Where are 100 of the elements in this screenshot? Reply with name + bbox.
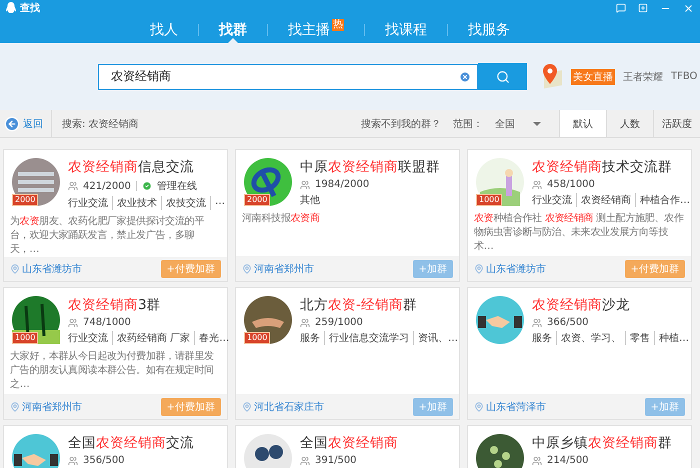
location-link[interactable]: 河北省石家庄市 — [242, 400, 324, 414]
join-button[interactable]: +付费加群 — [160, 398, 221, 416]
member-count: 748/1000 — [83, 317, 131, 328]
location-link[interactable]: 山东省潍坊市 — [10, 262, 82, 276]
members-icon — [300, 456, 310, 466]
pin-icon — [10, 264, 20, 274]
group-title[interactable]: 农资经销商3群 — [68, 296, 221, 314]
group-tag: 行业交流 — [532, 193, 576, 207]
pin-icon — [474, 264, 484, 274]
group-title[interactable]: 北方农资-经销商群 — [300, 296, 453, 314]
back-button[interactable]: 返回 — [0, 110, 52, 137]
level-badge: 1000 — [244, 332, 270, 344]
members-icon — [300, 180, 310, 190]
penguin-icon — [6, 2, 16, 14]
level-badge: 1000 — [476, 194, 502, 206]
location-link[interactable]: 山东省菏泽市 — [474, 400, 546, 414]
group-tag: 种植… — [654, 331, 693, 345]
group-tag: 农业技术 — [112, 196, 161, 210]
location-link[interactable]: 山东省潍坊市 — [474, 262, 546, 276]
group-tag: 行业交流 — [68, 196, 112, 210]
join-button[interactable]: +付费加群 — [624, 260, 685, 278]
members-icon — [532, 180, 542, 190]
promo-link[interactable]: TFBO — [671, 71, 698, 82]
photo-placeholder — [476, 434, 524, 468]
admin-status: 管理在线 — [156, 180, 197, 193]
join-button[interactable]: +加群 — [412, 260, 453, 278]
add-icon[interactable] — [638, 3, 648, 13]
pin-icon — [474, 402, 484, 412]
promo-link[interactable]: 王者荣耀 — [623, 70, 663, 84]
back-icon — [4, 116, 20, 132]
clear-icon[interactable] — [459, 70, 471, 82]
member-count: 458/1000 — [547, 179, 595, 190]
group-tag: 服务 — [300, 331, 324, 345]
group-title[interactable]: 全国农资经销商交流 — [68, 434, 194, 452]
members-icon — [68, 318, 78, 328]
pin-icon — [242, 264, 252, 274]
range-label: 范围： — [453, 118, 483, 130]
search-box[interactable]: 农资经销商 — [98, 64, 478, 90]
member-count: 1984/2000 — [315, 179, 370, 190]
group-title[interactable]: 中原乡镇农资经销商群 — [532, 434, 672, 452]
nav-tab[interactable]: 找主播 热 — [268, 16, 364, 43]
member-count: 391/500 — [315, 455, 357, 466]
join-button[interactable]: +加群 — [412, 398, 453, 416]
map-pin-icon[interactable] — [541, 64, 563, 90]
search-icon — [496, 70, 510, 84]
group-tag: 零售 — [625, 331, 654, 345]
level-badge: 1000 — [12, 332, 38, 344]
level-badge: 2000 — [244, 194, 270, 206]
pin-icon — [242, 402, 252, 412]
group-tag: 行业交流 — [68, 331, 112, 345]
join-button[interactable]: +付费加群 — [160, 260, 221, 278]
group-title[interactable]: 农资经销商技术交流群 — [532, 158, 685, 176]
feedback-icon[interactable] — [616, 3, 626, 13]
pin-icon — [10, 402, 20, 412]
member-count: 214/500 — [547, 455, 589, 466]
hot-badge: 热 — [332, 18, 344, 30]
group-tag: 农技交流 — [161, 196, 210, 210]
nav-tab[interactable]: 找课程 — [365, 16, 447, 43]
nav-tab[interactable]: 找服务 — [448, 16, 530, 43]
group-tag: … — [210, 196, 229, 210]
group-tag: 农资、学习、 — [556, 331, 625, 345]
handshake-icon — [476, 296, 524, 344]
members-icon — [300, 318, 310, 328]
group-title[interactable]: 农资经销商信息交流 — [68, 158, 221, 176]
group-description: 大家好，本群从今日起改为付费加群，请群里发广告的朋友认真阅读本群公告。如有在规定时间之… — [9, 350, 215, 392]
sort-tab[interactable]: 人数 — [606, 110, 653, 137]
group-tag: 种植合作… — [635, 193, 694, 207]
group-tag: 资讯、… — [413, 331, 462, 345]
group-description: 为农资朋友、农药化肥厂家提供探讨交流的平台，欢迎大家踊跃发言，禁止发广告，多聊天，… — [9, 214, 206, 257]
window-title: 查找 — [20, 2, 40, 15]
location-link[interactable]: 河南省郑州市 — [10, 400, 82, 414]
group-tag: 春光… — [194, 331, 234, 345]
group-tag: 服务 — [532, 331, 556, 345]
help-link[interactable]: 搜索不到我的群？ — [361, 116, 441, 130]
close-icon[interactable] — [683, 2, 694, 14]
group-title[interactable]: 农资经销商沙龙 — [532, 296, 685, 314]
range-dropdown[interactable]: 全国 — [483, 116, 559, 130]
search-query: 搜索: 农资经销商 — [62, 118, 139, 130]
live-badge[interactable]: 美女直播 — [571, 68, 615, 84]
member-count: 366/500 — [547, 317, 589, 328]
sort-tab[interactable]: 活跃度 — [653, 110, 700, 137]
group-description: 河南科技报农资商 — [241, 212, 321, 226]
member-count: 356/500 — [83, 455, 125, 466]
group-title[interactable]: 全国农资经销商 — [300, 434, 398, 452]
check-icon — [142, 181, 152, 191]
search-button[interactable] — [478, 63, 527, 90]
nav-tab[interactable]: 找人 — [130, 16, 198, 43]
group-tag: 其他 — [300, 193, 324, 207]
group-tag: 行业信息交流学习 — [324, 331, 413, 345]
group-tag: 农药经销商 厂家 — [112, 331, 194, 345]
join-button[interactable]: +加群 — [644, 398, 685, 416]
sort-tab[interactable]: 默认 — [559, 110, 606, 137]
group-description: 农资种植合作社 农资经销商 测土配方施肥、农作物病虫害诊断与防治、未来农业发展方向等技术… — [473, 212, 685, 254]
group-title[interactable]: 中原农资经销商联盟群 — [300, 158, 440, 176]
members-icon — [532, 318, 542, 328]
member-count: 259/1000 — [315, 317, 363, 328]
member-count: 421/2000 — [83, 180, 131, 192]
location-link[interactable]: 河南省郑州市 — [242, 262, 314, 276]
search-field[interactable]: 农资经销商 — [109, 68, 459, 84]
level-badge: 2000 — [12, 194, 38, 206]
